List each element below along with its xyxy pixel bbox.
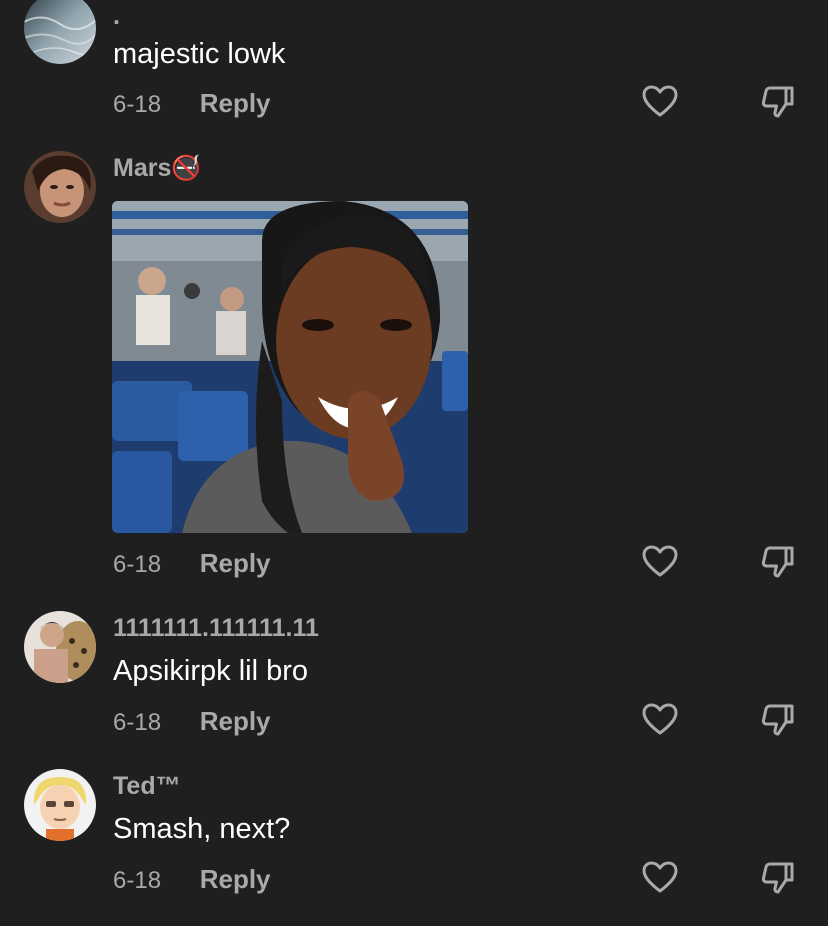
cartoon-blonde-avatar-icon xyxy=(24,769,96,841)
thumbs-down-icon xyxy=(761,862,794,894)
dislike-button[interactable] xyxy=(758,858,798,898)
heart-outline-icon xyxy=(642,861,678,893)
comment-date: 6-18 xyxy=(113,551,162,578)
username-text: Mars xyxy=(113,154,172,182)
thumbs-down-icon xyxy=(761,86,794,118)
comment-meta: 6-18 Reply xyxy=(113,88,271,119)
dislike-button[interactable] xyxy=(758,82,798,122)
comment-meta: 6-18 Reply xyxy=(113,706,271,737)
comment-username[interactable]: . xyxy=(113,2,120,31)
comment-photo-attachment[interactable] xyxy=(112,201,468,533)
heart-outline-icon xyxy=(642,545,678,577)
dislike-button[interactable] xyxy=(758,700,798,740)
man-with-leopard-avatar-icon xyxy=(24,611,96,683)
heart-outline-icon xyxy=(642,703,678,735)
user-avatar[interactable] xyxy=(24,769,96,841)
woman-selfie-avatar-icon xyxy=(24,151,96,223)
comment-date: 6-18 xyxy=(113,867,162,894)
comment-meta: 6-18 Reply xyxy=(113,548,271,579)
like-button[interactable] xyxy=(640,700,680,740)
user-avatar[interactable] xyxy=(24,611,96,683)
reply-button[interactable]: Reply xyxy=(200,864,271,895)
reply-button[interactable]: Reply xyxy=(200,706,271,737)
thumbs-down-icon xyxy=(761,704,794,736)
like-button[interactable] xyxy=(640,82,680,122)
comment-username[interactable]: 1111111.111111.11 xyxy=(113,614,319,643)
reply-button[interactable]: Reply xyxy=(200,88,271,119)
like-button[interactable] xyxy=(640,858,680,898)
thumbs-down-icon xyxy=(761,546,794,578)
comment-text: Smash, next? xyxy=(113,813,291,845)
comment-text: Apsikirpk lil bro xyxy=(113,655,308,687)
dislike-button[interactable] xyxy=(758,542,798,582)
comment-text: majestic lowk xyxy=(113,38,286,70)
user-avatar[interactable] xyxy=(24,151,96,223)
comment-username[interactable]: Mars🚭 xyxy=(113,154,201,183)
comment-date: 6-18 xyxy=(113,709,162,736)
water-photo-avatar-icon xyxy=(24,0,96,64)
comment-meta: 6-18 Reply xyxy=(113,864,271,895)
stadium-selfie-photo xyxy=(112,201,468,533)
user-avatar[interactable] xyxy=(24,0,96,64)
comment-username[interactable]: Ted™ xyxy=(113,772,181,801)
like-button[interactable] xyxy=(640,542,680,582)
heart-outline-icon xyxy=(642,85,678,117)
no-smoking-emoji: 🚭 xyxy=(171,155,202,182)
comment-date: 6-18 xyxy=(113,91,162,118)
reply-button[interactable]: Reply xyxy=(200,548,271,579)
